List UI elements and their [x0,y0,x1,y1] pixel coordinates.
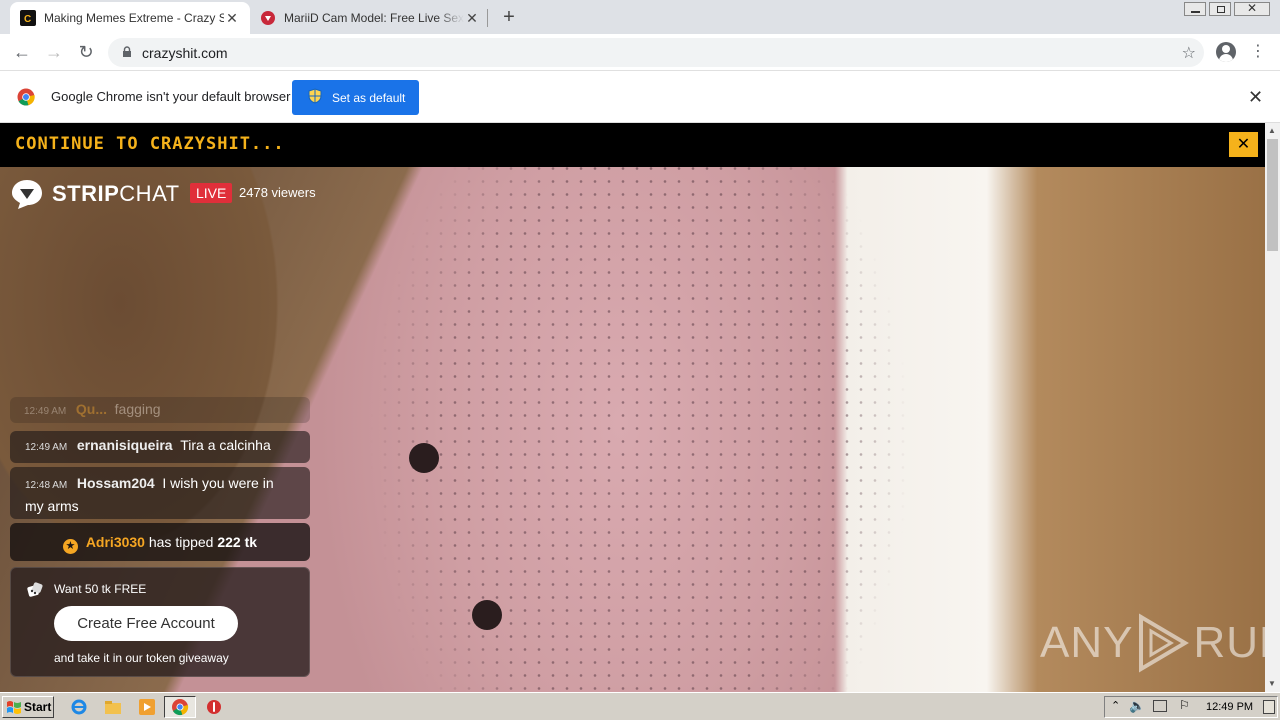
show-desktop-icon[interactable] [1263,700,1275,714]
create-free-account-button[interactable]: Create Free Account [54,606,238,641]
chat-text: Tira a calcinha [180,437,271,453]
chat-username[interactable]: ernanisiqueira [77,437,173,453]
close-window-icon[interactable]: ✕ [1234,1,1270,16]
uac-shield-icon [308,88,322,107]
network-icon[interactable] [1153,700,1167,712]
continue-banner-text[interactable]: Continue to Crazyshit... [15,134,285,154]
volume-icon[interactable]: 🔈 [1129,698,1145,714]
svg-text:C: C [24,14,31,25]
start-label: Start [24,700,52,714]
tip-text: has tipped [148,534,214,550]
chrome-logo-icon [17,88,35,109]
promo-subtitle: and take it in our token giveaway [54,651,229,665]
start-button[interactable]: Start [2,696,54,718]
url-text: crazyshit.com [142,45,228,61]
webpage-content: Continue to Crazyshit... ✕ STRIPCHAT LIV… [0,123,1265,692]
tip-star-icon: ★ [62,539,78,554]
banner-close-button[interactable]: ✕ [1229,132,1258,157]
scroll-up-icon[interactable]: ▲ [1268,126,1276,135]
media-player-icon[interactable] [138,698,156,716]
page-scrollbar[interactable]: ▲ ▼ [1265,123,1280,692]
continue-banner[interactable]: Continue to Crazyshit... ✕ [0,123,1265,167]
live-badge: LIVE [190,183,233,203]
chat-username[interactable]: Hossam204 [77,475,155,491]
forward-icon[interactable]: → [44,42,64,62]
infobar-message: Google Chrome isn't your default browser [51,89,291,104]
chat-message: 12:48 AM Hossam204 I wish you were in my… [10,467,310,519]
back-icon[interactable]: ← [12,42,32,62]
tip-amount: 222 tk [217,534,258,550]
tab-crazyshit[interactable]: C Making Memes Extreme - Crazy Shit ✕ [10,2,250,34]
chrome-menu-icon[interactable]: ⋮ [1250,40,1266,64]
profile-avatar-icon[interactable] [1216,42,1236,62]
tab-separator [487,9,488,27]
reload-icon[interactable]: ↻ [76,42,96,62]
infobar-close-icon[interactable]: ✕ [1248,87,1263,108]
tab-close-icon[interactable]: ✕ [224,10,240,27]
crazyshit-favicon-icon: C [20,10,36,26]
stripchat-logo-icon [12,180,42,209]
tab-title: MariiD Cam Model: Free Live Sex Show [284,11,464,25]
token-promo-card: Want 50 tk FREE Create Free Account and … [10,567,310,677]
set-as-default-label: Set as default [332,90,406,105]
minimize-icon[interactable] [1184,2,1206,16]
chat-message-faded: 12:49 AM Qu... fagging [10,397,310,423]
promo-title: Want 50 tk FREE [54,582,147,596]
chrome-taskbar-button[interactable] [164,696,196,718]
dice-icon [26,581,44,602]
stripchat-favicon-icon [260,10,276,26]
set-as-default-button[interactable]: Set as default [292,80,419,115]
bookmark-star-icon[interactable]: ☆ [1182,43,1196,63]
lock-icon [122,46,132,61]
browser-toolbar: ← → ↻ crazyshit.com ☆ [0,34,1280,71]
stripchat-logo[interactable]: STRIPCHAT [10,178,180,210]
windows-taskbar: Start ⌃ 🔈 ⚐ 12:49 PM [0,692,1280,720]
tab-strip: C Making Memes Extreme - Crazy Shit ✕ Ma… [0,0,1280,34]
antivirus-icon[interactable] [205,698,223,716]
anyrun-watermark: ANY RUN [1040,613,1265,673]
chrome-taskbar-icon [172,699,189,716]
internet-explorer-icon[interactable] [70,698,88,716]
chat-message: 12:49 AM ernanisiqueira Tira a calcinha [10,431,310,463]
tipper-username[interactable]: Adri3030 [86,534,145,550]
restore-icon[interactable] [1209,2,1231,16]
play-triangle-icon [1139,613,1190,673]
stripchat-wordmark: STRIPCHAT [52,181,180,206]
viewer-count: 2478 viewers [239,185,316,200]
tab-close-icon[interactable]: ✕ [464,10,480,27]
taskbar-clock[interactable]: 12:49 PM [1206,701,1253,713]
tip-notification: ★ Adri3030 has tipped 222 tk [10,523,310,561]
address-bar[interactable]: crazyshit.com ☆ [108,38,1204,67]
new-tab-icon[interactable]: + [498,6,520,28]
scroll-thumb[interactable] [1267,139,1278,251]
chat-time: 12:48 AM [25,480,68,491]
tab-title: Making Memes Extreme - Crazy Shit [44,11,224,25]
scroll-down-icon[interactable]: ▼ [1268,679,1276,688]
tray-expand-icon[interactable]: ⌃ [1111,699,1120,712]
chat-time: 12:49 AM [25,442,68,453]
windows-logo-icon [7,701,21,714]
tab-stripchat[interactable]: MariiD Cam Model: Free Live Sex Show ✕ [250,2,490,34]
shirt-button-decoration [409,443,439,473]
shirt-button-decoration [472,600,502,630]
action-center-flag-icon[interactable]: ⚐ [1179,698,1190,712]
file-explorer-icon[interactable] [104,698,122,716]
